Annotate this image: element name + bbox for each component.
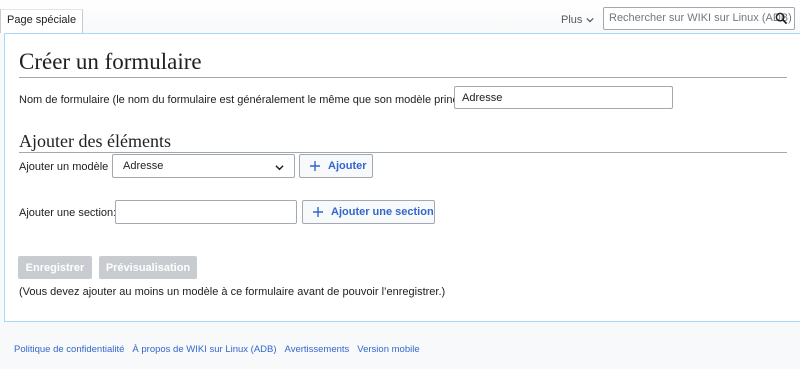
preview-button[interactable]: Prévisualisation — [99, 256, 197, 279]
page-title: Créer un formulaire — [19, 48, 787, 78]
footer-link-mobile[interactable]: Version mobile — [357, 344, 419, 355]
add-template-button[interactable]: Ajouter — [299, 154, 373, 178]
search-icon[interactable] — [775, 12, 788, 25]
top-bar: Page spéciale Plus Rechercher sur WIKI s… — [0, 0, 800, 33]
footer-link-about[interactable]: À propos de WIKI sur Linux (ADB) — [132, 344, 276, 355]
plus-icon — [313, 207, 323, 217]
add-template-label: Ajouter un modèle : — [19, 161, 115, 173]
content-area: Créer un formulaire Nom de formulaire (l… — [4, 33, 800, 322]
template-selected-value: Adresse — [123, 160, 164, 172]
add-section-button[interactable]: Ajouter une section — [302, 200, 435, 224]
section-heading: Ajouter des éléments — [19, 130, 787, 153]
add-section-button-label: Ajouter une section — [331, 206, 434, 218]
footer-link-privacy[interactable]: Politique de confidentialité — [14, 344, 124, 355]
save-button[interactable]: Enregistrer — [18, 256, 92, 279]
search-input[interactable]: Rechercher sur WIKI sur Linux (ADB) — [603, 7, 795, 30]
chevron-down-icon — [586, 17, 595, 23]
search-placeholder: Rechercher sur WIKI sur Linux (ADB) — [609, 12, 792, 24]
form-name-label: Nom de formulaire (le nom du formulaire … — [19, 94, 485, 106]
form-name-field[interactable]: Adresse — [454, 86, 673, 109]
form-name-value: Adresse — [462, 92, 503, 104]
more-label: Plus — [561, 14, 583, 26]
plus-icon — [310, 161, 320, 171]
form-note: (Vous devez ajouter au moins un modèle à… — [19, 286, 446, 298]
add-section-label: Ajouter une section: — [19, 207, 117, 219]
more-menu[interactable]: Plus — [561, 14, 595, 26]
footer-link-disclaimers[interactable]: Avertissements — [285, 344, 350, 355]
template-select[interactable]: Adresse — [112, 154, 295, 178]
add-template-button-label: Ajouter — [328, 160, 367, 172]
chevron-down-icon — [275, 165, 284, 171]
tab-special-page[interactable]: Page spéciale — [0, 9, 84, 33]
section-input[interactable] — [115, 200, 297, 224]
footer-links: Politique de confidentialité À propos de… — [14, 344, 420, 355]
